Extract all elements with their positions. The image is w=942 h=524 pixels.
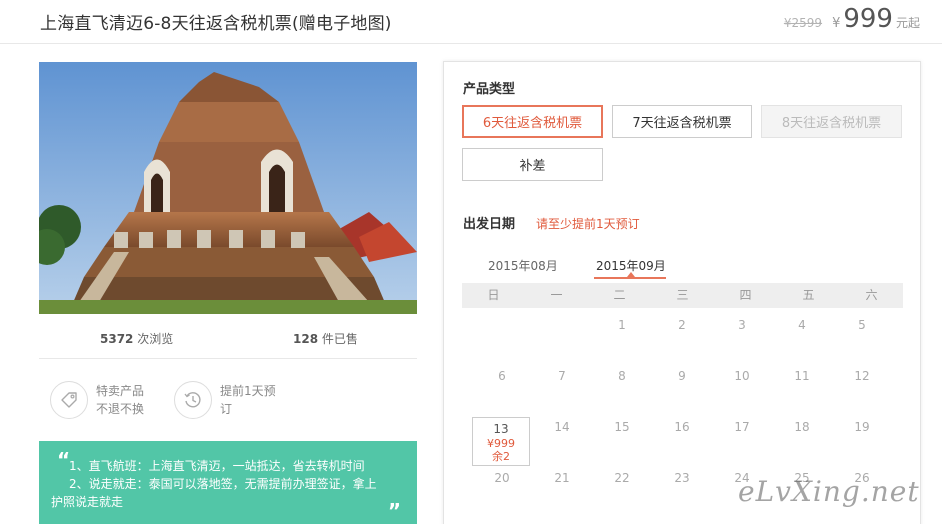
feature-1-line2: 不退不换 (96, 402, 145, 416)
product-header: 上海直飞清迈6-8天往返含税机票(赠电子地图) ¥2599 ¥ 999 元起 (0, 0, 942, 44)
calendar-day-available[interactable]: 13 ¥999 余2 (472, 417, 530, 466)
feature-special-sale: 特卖产品 不退不换 (50, 381, 144, 419)
views-label: 次浏览 (137, 332, 174, 346)
currency-symbol: ¥ (832, 16, 841, 31)
close-quote-icon: ” (387, 499, 401, 523)
weekday-fri: 五 (802, 288, 815, 302)
original-price: ¥2599 (783, 16, 823, 30)
highlight-line-1: 1、直飞航班：上海直飞清迈，一站抵达，省去转机时间 (69, 459, 365, 473)
calendar-day: 18 (794, 420, 810, 434)
calendar-day: 10 (734, 369, 750, 383)
option-7-day-ticket[interactable]: 7天往返含税机票 (612, 105, 752, 138)
calendar-day: 6 (498, 369, 506, 383)
product-title: 上海直飞清迈6-8天往返含税机票(赠电子地图) (40, 14, 392, 34)
sold-label: 件已售 (321, 332, 358, 346)
feature-1-line1: 特卖产品 (96, 384, 145, 398)
sold-count: 128 (293, 332, 319, 346)
calendar-day: 11 (794, 369, 810, 383)
calendar-day: 15 (614, 420, 630, 434)
feature-2-line1: 提前1天预 (220, 384, 276, 398)
calendar-day: 9 (678, 369, 686, 383)
calendar-day: 23 (674, 471, 690, 485)
calendar-day: 17 (734, 420, 750, 434)
calendar-day: 7 (558, 369, 566, 383)
active-month-indicator (594, 277, 666, 279)
calendar-day: 12 (854, 369, 870, 383)
price-suffix: 元起 (895, 16, 920, 30)
calendar-day: 4 (798, 318, 806, 332)
weekday-mon: 一 (550, 288, 563, 302)
weekday-sat: 六 (865, 288, 878, 302)
highlight-line-2: 2、说走就走：泰国可以落地签，无需提前办理签证，拿上 (69, 477, 377, 491)
calendar-day: 21 (554, 471, 570, 485)
price-area: ¥2599 ¥ 999 元起 (784, 4, 920, 34)
calendar-day: 2 (678, 318, 686, 332)
available-day-stock: 余2 (492, 450, 510, 463)
available-day-price: ¥999 (487, 437, 515, 450)
weekday-thu: 四 (739, 288, 752, 302)
calendar-day: 22 (614, 471, 630, 485)
open-quote-icon: “ (57, 448, 71, 472)
calendar-day: 3 (738, 318, 746, 332)
calendar-day: 1 (618, 318, 626, 332)
booking-panel: 产品类型 6天往返含税机票 7天往返含税机票 8天往返含税机票 补差 出发日期 … (443, 61, 921, 524)
option-price-difference[interactable]: 补差 (462, 148, 603, 181)
weekday-tue: 二 (613, 288, 626, 302)
month-tab-august[interactable]: 2015年08月 (488, 257, 558, 274)
calendar-day: 19 (854, 420, 870, 434)
views-stat: 5372 次浏览 (100, 330, 173, 347)
available-day-number: 13 (493, 422, 509, 436)
tag-icon (50, 381, 88, 419)
weekday-header: 日 一 二 三 四 五 六 (462, 283, 903, 308)
site-watermark: eLvXing.net (738, 475, 920, 508)
calendar-day: 8 (618, 369, 626, 383)
current-price: 999 (843, 4, 893, 34)
feature-2-line2: 订 (220, 402, 233, 416)
feature-advance-booking: 提前1天预 订 (174, 381, 276, 419)
views-count: 5372 (100, 332, 134, 346)
product-stats: 5372 次浏览 128 件已售 (39, 324, 417, 359)
advance-booking-notice: 请至少提前1天预订 (536, 217, 640, 231)
temple-photo (39, 62, 417, 314)
highlights-box: “ 1、直飞航班：上海直飞清迈，一站抵达，省去转机时间 2、说走就走：泰国可以落… (39, 441, 417, 524)
calendar-day: 16 (674, 420, 690, 434)
product-type-label: 产品类型 (463, 82, 516, 97)
calendar-day: 20 (494, 471, 510, 485)
weekday-sun: 日 (487, 288, 500, 302)
weekday-wed: 三 (676, 288, 689, 302)
option-6-day-ticket[interactable]: 6天往返含税机票 (462, 105, 603, 138)
sold-stat: 128 件已售 (293, 330, 358, 347)
product-photo (39, 62, 417, 314)
highlight-line-3: 护照说走就走 (51, 495, 124, 509)
departure-date-label: 出发日期 (463, 217, 516, 232)
option-8-day-ticket[interactable]: 8天往返含税机票 (761, 105, 902, 138)
calendar-day: 14 (554, 420, 570, 434)
clock-history-icon (174, 381, 212, 419)
calendar-day: 5 (858, 318, 866, 332)
